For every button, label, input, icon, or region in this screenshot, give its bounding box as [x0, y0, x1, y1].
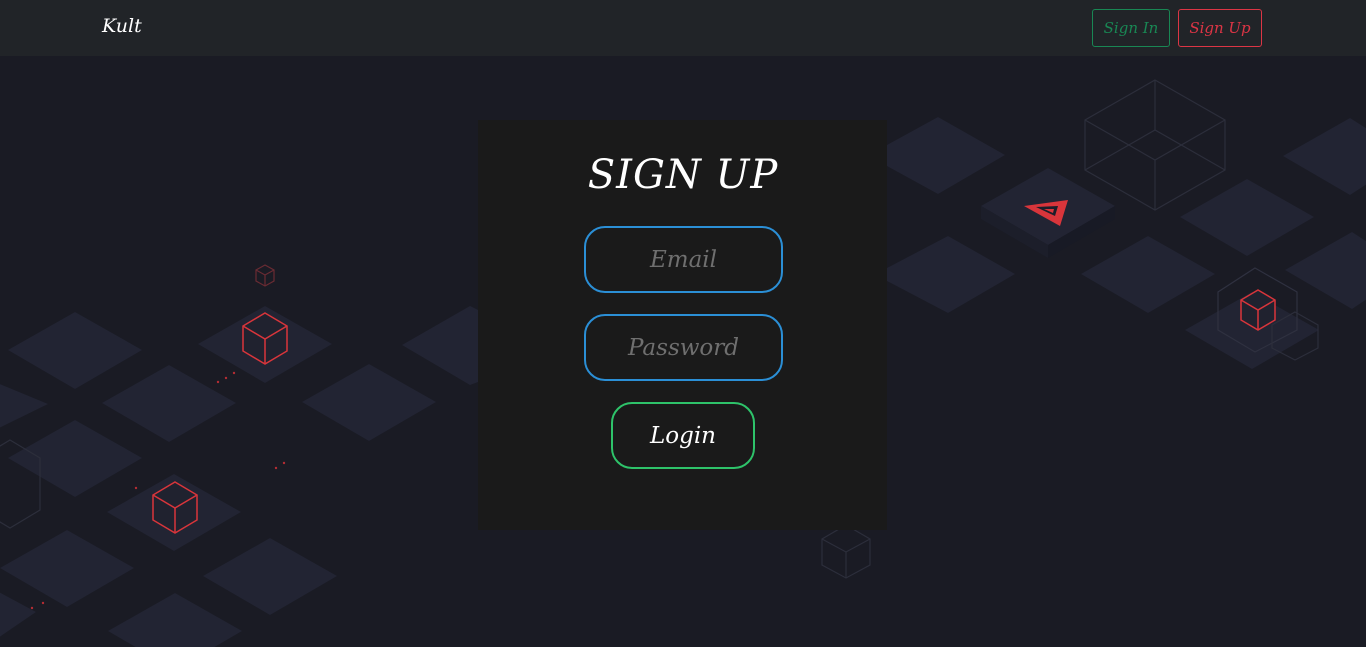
floor-tile: [0, 530, 134, 607]
page-title: SIGN UP: [587, 152, 779, 198]
floor-tile: [8, 312, 142, 389]
floor-tile: [887, 236, 1015, 313]
sign-in-button[interactable]: Sign In: [1092, 9, 1170, 47]
floor-tile: [0, 384, 48, 428]
navbar: Kult Sign In Sign Up: [0, 0, 1366, 56]
brand-link[interactable]: Kult: [102, 15, 142, 37]
floor-tile: [0, 592, 36, 637]
email-input[interactable]: [584, 226, 783, 293]
floor-tile: [302, 364, 436, 441]
floor-tile: [203, 538, 337, 615]
sign-up-button[interactable]: Sign Up: [1178, 9, 1262, 47]
password-input[interactable]: [584, 314, 783, 381]
floor-tile: [8, 420, 142, 497]
cube-icon: [255, 264, 275, 287]
floor-tile: [1081, 236, 1215, 313]
floor-tile: [108, 593, 242, 647]
floor-tile: [102, 365, 236, 442]
login-button[interactable]: Login: [611, 402, 755, 469]
page: Kult Sign In Sign Up SIGN UP Login: [0, 0, 1366, 647]
floor-tile: [402, 306, 478, 385]
